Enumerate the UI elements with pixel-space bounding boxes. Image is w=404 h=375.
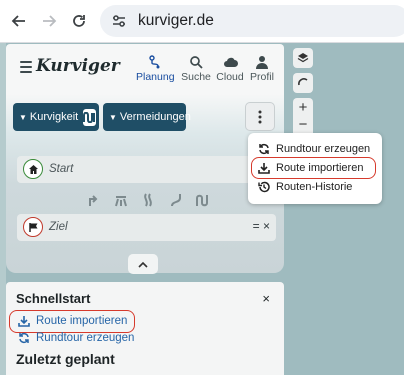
motorway-icon[interactable] — [111, 190, 131, 210]
tab-planung[interactable]: Planung — [136, 54, 175, 83]
tab-label: Suche — [181, 71, 211, 83]
layers-icon[interactable] — [293, 48, 313, 68]
caret-down-icon: ▼ — [109, 112, 117, 122]
url-text: kurviger.de — [138, 12, 214, 29]
end-placeholder: Ziel — [49, 221, 68, 233]
compass-icon[interactable] — [293, 73, 313, 93]
close-icon[interactable]: × — [262, 291, 270, 306]
quickstart-panel: Schnellstart × Route importieren Rundtou… — [6, 282, 284, 375]
tab-suche[interactable]: Suche — [177, 54, 215, 83]
start-field[interactable]: Start — [17, 156, 276, 183]
road-type-row — [83, 190, 213, 210]
planning-panel: Kurviger Planung Suche Cloud Profil ▼ Ku… — [6, 44, 284, 274]
arrow-right-icon[interactable] — [39, 11, 59, 31]
route-icon — [136, 54, 174, 70]
app-logo: Kurviger — [36, 56, 120, 76]
history-icon — [257, 180, 271, 194]
options-dropdown: Rundtour erzeugen Route importieren Rout… — [248, 133, 382, 204]
zoom-controls: + − — [293, 98, 313, 137]
curviness-label: Kurvigkeit — [29, 111, 79, 123]
avoid-label: Vermeidungen — [119, 111, 191, 123]
winding-road-icon[interactable] — [166, 190, 186, 210]
ferry-icon[interactable] — [138, 190, 158, 210]
tune-icon[interactable] — [108, 10, 130, 32]
start-placeholder: Start — [49, 163, 74, 175]
end-field[interactable]: Ziel = × — [17, 214, 276, 241]
browser-toolbar: kurviger.de — [0, 0, 404, 43]
roundtrip-label: Rundtour erzeugen — [36, 332, 135, 344]
more-options-button[interactable] — [245, 102, 275, 131]
home-icon — [23, 159, 43, 179]
menu-item-label: Routen-Historie — [276, 181, 353, 193]
reload-icon[interactable] — [69, 11, 89, 31]
curviness-button[interactable]: ▼ Kurvigkeit — [13, 103, 99, 131]
caret-down-icon: ▼ — [19, 112, 27, 122]
tab-label: Profil — [250, 71, 274, 83]
zoom-in-button[interactable]: + — [299, 99, 308, 116]
arrow-left-icon[interactable] — [9, 11, 29, 31]
curvy-road-icon[interactable] — [193, 190, 213, 210]
collapse-button[interactable] — [128, 254, 158, 274]
avoid-button[interactable]: ▼ Vermeidungen — [103, 103, 191, 131]
chevron-up-icon — [138, 261, 148, 268]
highlight-ring — [251, 157, 376, 179]
menu-item-label: Rundtour erzeugen — [276, 143, 371, 155]
menu-item-roundtrip[interactable]: Rundtour erzeugen — [257, 141, 370, 157]
recent-title: Zuletzt geplant — [16, 351, 115, 367]
zoom-out-button[interactable]: − — [299, 116, 308, 133]
roundtrip-link[interactable]: Rundtour erzeugen — [17, 331, 134, 345]
end-field-actions[interactable]: = × — [253, 219, 270, 233]
highlight-ring — [9, 310, 135, 333]
quickstart-title: Schnellstart — [16, 291, 91, 306]
search-icon — [177, 54, 215, 70]
person-icon — [243, 54, 281, 70]
tab-label: Planung — [136, 71, 175, 83]
loop-icon — [17, 331, 31, 345]
flag-icon — [23, 217, 43, 237]
menu-item-history[interactable]: Routen-Historie — [257, 179, 352, 195]
address-bar[interactable]: kurviger.de — [100, 5, 404, 37]
kebab-icon — [258, 110, 262, 123]
loop-icon — [257, 142, 271, 156]
curvy-road-icon — [83, 108, 97, 126]
menu-icon[interactable] — [20, 61, 32, 76]
tab-profil[interactable]: Profil — [243, 54, 281, 83]
turn-icon[interactable] — [83, 190, 103, 210]
